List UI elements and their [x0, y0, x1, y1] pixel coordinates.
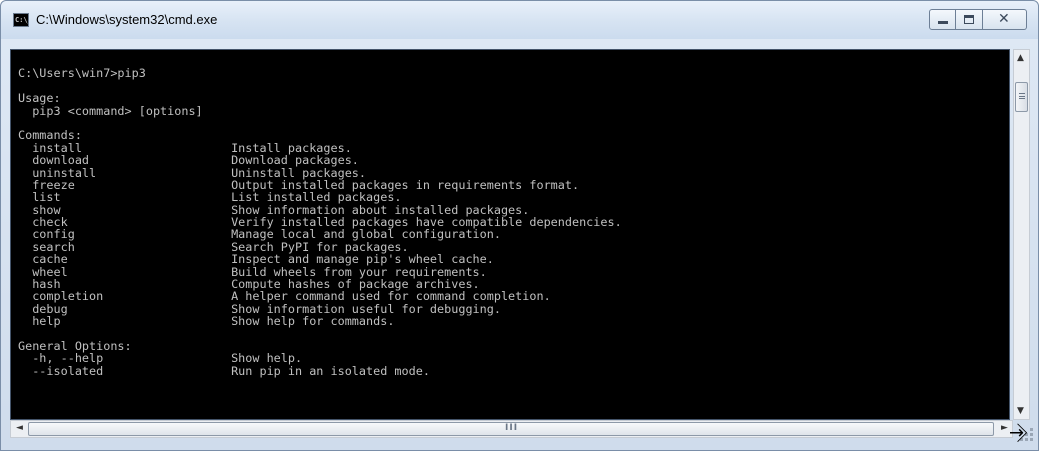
maximize-icon [964, 15, 974, 24]
cmd-window: C:\_ C:\Windows\system32\cmd.exe ✕ C:\Us… [0, 0, 1039, 451]
scroll-up-icon[interactable]: ▲ [1017, 53, 1024, 63]
vertical-scrollbar[interactable]: ▲ ▼ [1013, 49, 1030, 420]
console-line: completion A helper command used for com… [18, 289, 551, 304]
cmd-icon[interactable]: C:\_ [13, 13, 29, 27]
close-icon: ✕ [998, 11, 1010, 27]
console-line: config Manage local and global configura… [18, 227, 501, 242]
close-button[interactable]: ✕ [983, 9, 1027, 30]
minimize-button[interactable] [929, 9, 956, 30]
console-line: --isolated Run pip in an isolated mode. [18, 363, 430, 378]
horizontal-scroll-thumb[interactable]: III [28, 422, 994, 436]
console-line: help Show help for commands. [18, 314, 395, 329]
console-line: Commands: [18, 128, 82, 143]
console-line: cache Inspect and manage pip's wheel cac… [18, 252, 494, 267]
grip-icon [1019, 93, 1025, 99]
horizontal-scrollbar[interactable]: ◄ III ► [10, 420, 1013, 438]
console-output[interactable]: C:\Users\win7>pip3 Usage: pip3 <command> … [10, 49, 1010, 420]
vertical-scroll-thumb[interactable] [1015, 82, 1028, 112]
console-line: download Download packages. [18, 153, 359, 168]
console-line: list List installed packages. [18, 190, 402, 205]
window-title: C:\Windows\system32\cmd.exe [36, 12, 218, 27]
console-line: Usage: [18, 91, 61, 106]
console-line: -h, --help Show help. [18, 351, 303, 366]
console-line: pip3 <command> [options] [18, 103, 203, 118]
scroll-left-icon[interactable]: ◄ [16, 423, 23, 433]
console-text: C:\Users\win7>pip3 Usage: pip3 <command> … [18, 55, 622, 377]
title-bar[interactable]: C:\_ C:\Windows\system32\cmd.exe ✕ [1, 1, 1038, 39]
grip-icon: III [505, 423, 519, 433]
scroll-down-icon[interactable]: ▼ [1017, 406, 1024, 416]
console-line: C:\Users\win7>pip3 [18, 66, 146, 81]
maximize-button[interactable] [956, 9, 983, 30]
minimize-icon [938, 21, 948, 24]
